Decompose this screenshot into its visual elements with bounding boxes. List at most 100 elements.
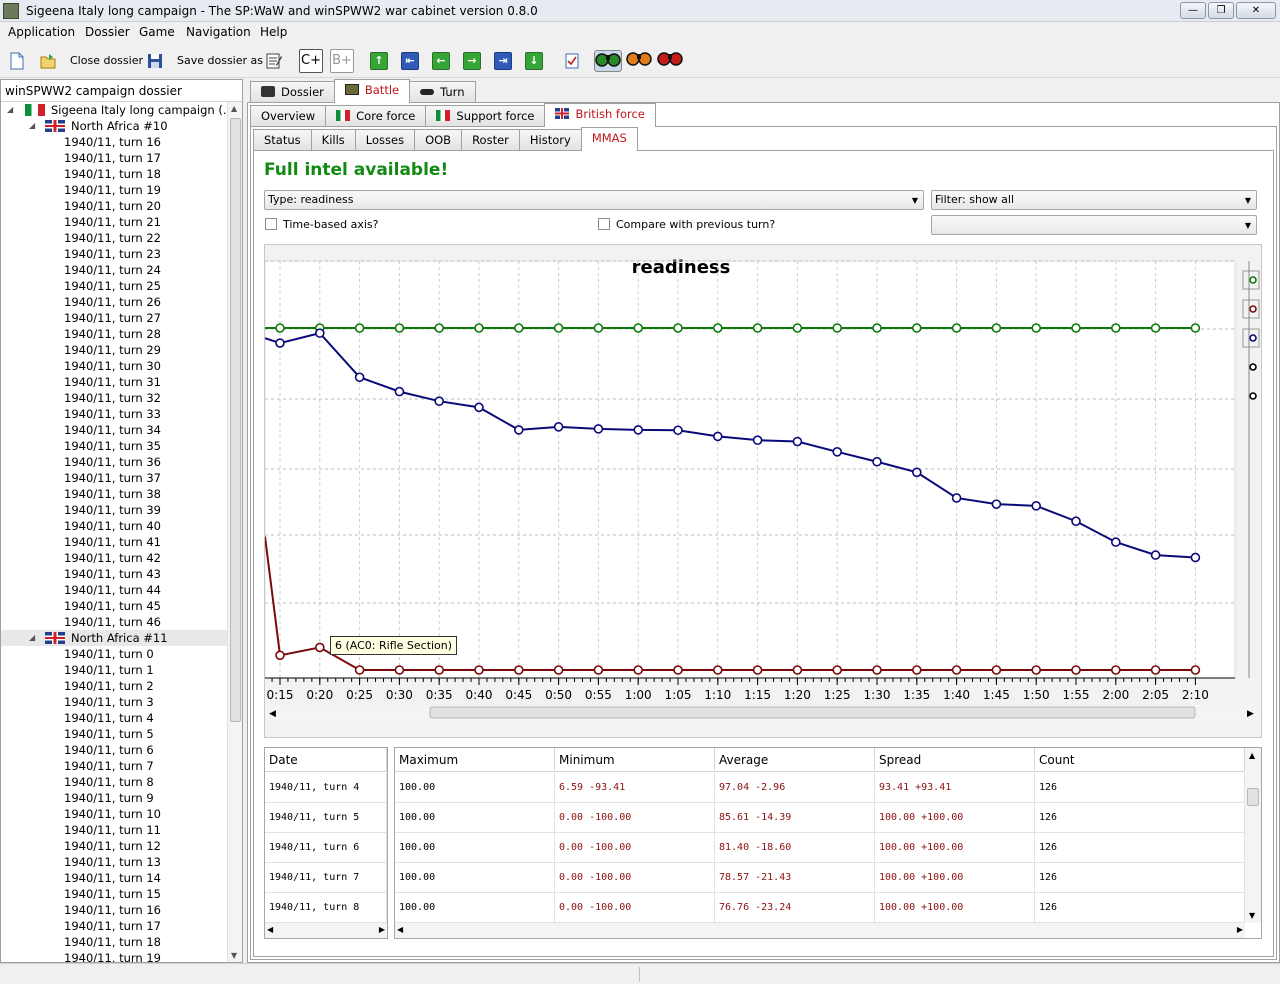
menu-dossier[interactable]: Dossier [85, 25, 130, 39]
tree-turn-item[interactable]: 1940/11, turn 0 [1, 646, 227, 662]
scroll-up-icon[interactable]: ▲ [231, 104, 237, 113]
table-cell-spread[interactable]: 100.00 +100.00 [875, 833, 1035, 863]
scroll-left-icon[interactable]: ◀ [397, 925, 403, 934]
first-arrow-icon[interactable]: ⇤ [401, 52, 419, 70]
tree-turn-item[interactable]: 1940/11, turn 4 [1, 710, 227, 726]
table-cell-count[interactable]: 126 [1035, 893, 1245, 923]
tab-status[interactable]: Status [253, 129, 312, 150]
binoculars-red-icon[interactable] [656, 50, 684, 72]
tree-turn-item[interactable]: 1940/11, turn 27 [1, 310, 227, 326]
collapse-icon[interactable]: ◢ [29, 630, 35, 646]
table-row-date[interactable]: 1940/11, turn 6 [265, 833, 387, 863]
menu-application[interactable]: Application [8, 25, 75, 39]
tree-turn-item[interactable]: 1940/11, turn 43 [1, 566, 227, 582]
tree-turn-item[interactable]: 1940/11, turn 6 [1, 742, 227, 758]
column-header-maximum[interactable]: Maximum [395, 748, 555, 772]
tree-turn-item[interactable]: 1940/11, turn 30 [1, 358, 227, 374]
table-cell-avg[interactable]: 81.40 -18.60 [715, 833, 875, 863]
stats-vscroll[interactable]: ▲ ▼ [1245, 748, 1261, 923]
tab-dossier[interactable]: Dossier [250, 81, 335, 102]
date-column-header[interactable]: Date [265, 748, 387, 772]
down-arrow-icon[interactable]: ↓ [525, 52, 543, 70]
tree-group[interactable]: ◢ North Africa #10 [1, 118, 227, 134]
column-header-count[interactable]: Count [1035, 748, 1245, 772]
tree-turn-item[interactable]: 1940/11, turn 39 [1, 502, 227, 518]
binoculars-orange-icon[interactable] [625, 50, 653, 72]
table-cell-min[interactable]: 0.00 -100.00 [555, 803, 715, 833]
tree-turn-item[interactable]: 1940/11, turn 14 [1, 870, 227, 886]
table-cell-count[interactable]: 126 [1035, 833, 1245, 863]
tree-turn-item[interactable]: 1940/11, turn 9 [1, 790, 227, 806]
scroll-right-icon[interactable]: ▶ [1237, 925, 1243, 934]
tree-turn-item[interactable]: 1940/11, turn 1 [1, 662, 227, 678]
date-hscroll[interactable]: ◀ ▶ [265, 923, 387, 938]
tree-turn-item[interactable]: 1940/11, turn 16 [1, 902, 227, 918]
b-plus-button[interactable]: B+ [330, 49, 354, 73]
scroll-right-icon[interactable]: ▶ [379, 925, 385, 934]
menu-help[interactable]: Help [260, 25, 287, 39]
collapse-icon[interactable]: ◢ [29, 118, 35, 134]
stats-scroll-thumb[interactable] [1247, 788, 1259, 806]
tree-turn-item[interactable]: 1940/11, turn 19 [1, 950, 227, 962]
table-row-date[interactable]: 1940/11, turn 4 [265, 773, 387, 803]
table-cell-spread[interactable]: 100.00 +100.00 [875, 893, 1035, 923]
tab-core-force[interactable]: Core force [325, 105, 427, 126]
edit-notes-icon[interactable] [266, 52, 282, 70]
tree-turn-item[interactable]: 1940/11, turn 19 [1, 182, 227, 198]
save-icon[interactable] [147, 52, 163, 70]
tree-turn-item[interactable]: 1940/11, turn 40 [1, 518, 227, 534]
tree-turn-item[interactable]: 1940/11, turn 22 [1, 230, 227, 246]
tree-scrollbar[interactable]: ▲ ▼ [227, 102, 242, 962]
compare-checkbox[interactable]: Compare with previous turn? [598, 218, 775, 231]
table-cell-avg[interactable]: 97.04 -2.96 [715, 773, 875, 803]
tree-turn-item[interactable]: 1940/11, turn 32 [1, 390, 227, 406]
tree-turn-item[interactable]: 1940/11, turn 31 [1, 374, 227, 390]
tree-turn-item[interactable]: 1940/11, turn 20 [1, 198, 227, 214]
table-cell-spread[interactable]: 93.41 +93.41 [875, 773, 1035, 803]
table-cell-max[interactable]: 100.00 [395, 803, 555, 833]
tree-turn-item[interactable]: 1940/11, turn 46 [1, 614, 227, 630]
table-cell-spread[interactable]: 100.00 +100.00 [875, 803, 1035, 833]
tree-turn-item[interactable]: 1940/11, turn 13 [1, 854, 227, 870]
table-row-date[interactable]: 1940/11, turn 8 [265, 893, 387, 923]
table-cell-count[interactable]: 126 [1035, 863, 1245, 893]
scroll-up-icon[interactable]: ▲ [1249, 751, 1255, 760]
tree-turn-item[interactable]: 1940/11, turn 11 [1, 822, 227, 838]
stats-hscroll[interactable]: ◀ ▶ [395, 923, 1245, 938]
table-cell-spread[interactable]: 100.00 +100.00 [875, 863, 1035, 893]
tree-turn-item[interactable]: 1940/11, turn 26 [1, 294, 227, 310]
table-cell-avg[interactable]: 76.76 -23.24 [715, 893, 875, 923]
table-cell-max[interactable]: 100.00 [395, 893, 555, 923]
tree-scroll-thumb[interactable] [230, 118, 241, 722]
tree-group[interactable]: ◢ North Africa #11 [1, 630, 227, 646]
tab-roster[interactable]: Roster [461, 129, 520, 150]
tree-turn-item[interactable]: 1940/11, turn 5 [1, 726, 227, 742]
table-cell-count[interactable]: 126 [1035, 803, 1245, 833]
tree-turn-item[interactable]: 1940/11, turn 29 [1, 342, 227, 358]
tree-turn-item[interactable]: 1940/11, turn 7 [1, 758, 227, 774]
maximize-button[interactable]: ❐ [1208, 2, 1234, 19]
tab-support-force[interactable]: Support force [425, 105, 546, 126]
up-arrow-icon[interactable]: ↑ [370, 52, 388, 70]
tree-turn-item[interactable]: 1940/11, turn 12 [1, 838, 227, 854]
table-row-date[interactable]: 1940/11, turn 5 [265, 803, 387, 833]
last-arrow-icon[interactable]: ⇥ [494, 52, 512, 70]
compare-select[interactable]: ▼ [931, 215, 1257, 235]
tree-turn-item[interactable]: 1940/11, turn 34 [1, 422, 227, 438]
tab-british-force[interactable]: British force [544, 103, 656, 127]
tree-turn-item[interactable]: 1940/11, turn 23 [1, 246, 227, 262]
tree-turn-item[interactable]: 1940/11, turn 10 [1, 806, 227, 822]
tab-overview[interactable]: Overview [250, 105, 327, 126]
table-cell-max[interactable]: 100.00 [395, 773, 555, 803]
menu-navigation[interactable]: Navigation [186, 25, 251, 39]
tree-turn-item[interactable]: 1940/11, turn 42 [1, 550, 227, 566]
table-cell-max[interactable]: 100.00 [395, 833, 555, 863]
tree-turn-item[interactable]: 1940/11, turn 44 [1, 582, 227, 598]
tree-turn-item[interactable]: 1940/11, turn 15 [1, 886, 227, 902]
close-window-button[interactable]: ✕ [1236, 2, 1276, 19]
tree-turn-item[interactable]: 1940/11, turn 24 [1, 262, 227, 278]
tree-turn-item[interactable]: 1940/11, turn 8 [1, 774, 227, 790]
tree-turn-item[interactable]: 1940/11, turn 3 [1, 694, 227, 710]
column-header-average[interactable]: Average [715, 748, 875, 772]
open-dossier-icon[interactable] [40, 52, 56, 70]
